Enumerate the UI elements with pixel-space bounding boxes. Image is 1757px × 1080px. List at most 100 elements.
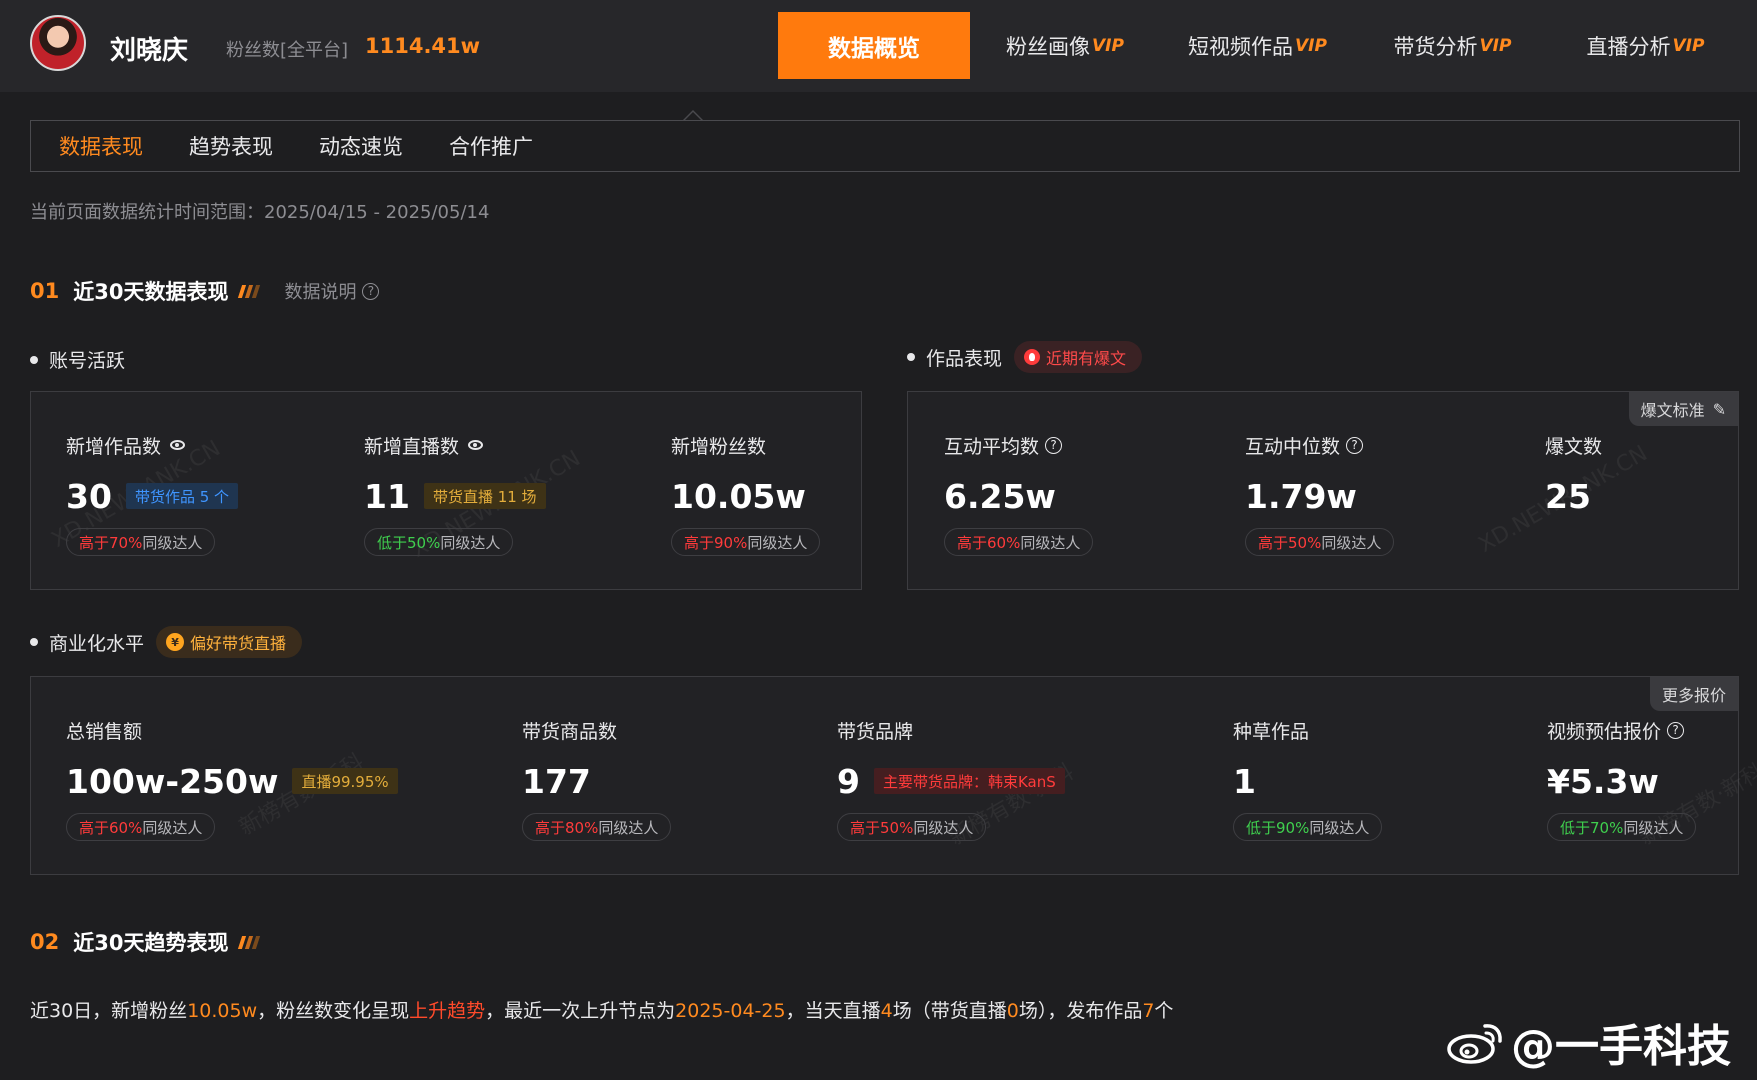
metric-label: 视频预估报价: [1547, 720, 1662, 743]
metric-brand-count: 带货品牌 9 主要带货品牌：韩束KanS 高于50% 同级达人: [837, 717, 1065, 841]
help-icon[interactable]: ?: [1346, 436, 1364, 454]
metric-value: 1: [1233, 761, 1256, 801]
nav-sales-analysis[interactable]: 带货分析 VIP: [1375, 12, 1530, 79]
comparison-rest: 同级达人: [598, 818, 659, 837]
metric-label: 互动平均数: [944, 435, 1040, 458]
metric-new-works: 新增作品数 30 带货作品 5 个 高于70% 同级达人: [66, 432, 239, 556]
peer-comparison: 低于50% 同级达人: [364, 528, 514, 556]
metric-value: 100w-250w: [66, 761, 279, 801]
tab-cooperation[interactable]: 合作推广: [449, 131, 533, 161]
summary-text: 场），发布作品: [1018, 1000, 1143, 1022]
section-heading: 近30天数据表现: [73, 280, 229, 304]
eye-icon[interactable]: [468, 440, 484, 450]
section-title-01: 01 近30天数据表现 数据说明 ?: [30, 276, 380, 306]
commerce-card: 新榜有数·新科 新榜有数·新科 新榜有数·新科 更多报价 总销售额 100w-2…: [30, 676, 1757, 875]
works-label-text: 作品表现: [926, 347, 1003, 370]
peer-comparison: 高于50% 同级达人: [837, 813, 987, 841]
weibo-handle: @一手科技: [1511, 1021, 1731, 1072]
username: 刘晓庆: [110, 36, 189, 66]
tab-dynamics[interactable]: 动态速览: [319, 131, 403, 161]
fire-icon: [1024, 349, 1041, 365]
comparison-highlight: 高于80%: [535, 818, 599, 837]
viral-badge: 近期有爆文: [1014, 341, 1143, 373]
nav-label: 粉丝画像: [1006, 34, 1091, 59]
nav-short-video[interactable]: 短视频作品 VIP: [1170, 12, 1345, 79]
peer-comparison: 高于90% 同级达人: [671, 528, 821, 556]
metric-tag: 直播99.95%: [292, 768, 398, 794]
nav-data-overview[interactable]: 数据概览: [778, 12, 970, 79]
metric-seeding-works: 种草作品 1 低于90% 同级达人: [1233, 717, 1383, 841]
comparison-rest: 同级达人: [1309, 818, 1370, 837]
viral-standard-button[interactable]: 爆文标准 ✎: [1628, 392, 1738, 426]
metric-value: 1.79w: [1245, 476, 1357, 516]
nav-live-analysis[interactable]: 直播分析 VIP: [1568, 12, 1723, 79]
tab-trend[interactable]: 趋势表现: [189, 131, 273, 161]
tab-data-performance[interactable]: 数据表现: [59, 131, 143, 161]
metric-median-interaction: 互动中位数? 1.79w 高于50% 同级达人: [1245, 432, 1395, 556]
comparison-highlight: 高于70%: [79, 533, 143, 552]
metric-avg-interaction: 互动平均数? 6.25w 高于60% 同级达人: [944, 432, 1094, 556]
comparison-highlight: 低于90%: [1246, 818, 1310, 837]
summary-fans: 10.05w: [187, 1000, 258, 1022]
eye-icon[interactable]: [170, 440, 186, 450]
summary-date: 2025-04-25: [675, 1000, 786, 1022]
commerce-label-text: 商业化水平: [49, 632, 145, 655]
account-label-text: 账号活跃: [49, 350, 126, 372]
comparison-rest: 同级达人: [1623, 818, 1684, 837]
metric-value: 25: [1545, 476, 1591, 516]
summary-text: 近30日，新增粉丝: [30, 1000, 188, 1022]
nav-label: 直播分析: [1586, 34, 1671, 59]
weibo-watermark: @一手科技: [1447, 1010, 1731, 1074]
help-icon[interactable]: ?: [1667, 721, 1685, 739]
data-description-label: 数据说明: [284, 282, 357, 303]
summary-text: ，当天直播: [785, 1000, 881, 1022]
metric-label: 带货品牌: [837, 720, 914, 743]
metric-label: 种草作品: [1233, 720, 1310, 743]
summary-text: 场（带货直播: [892, 1000, 1007, 1022]
section-number: 01: [30, 279, 60, 303]
summary-works-count: 7: [1142, 1000, 1155, 1022]
comparison-rest: 同级达人: [142, 533, 203, 552]
viral-badge-label: 近期有爆文: [1046, 349, 1127, 368]
vip-badge: VIP: [1295, 35, 1327, 56]
metric-new-fans: 新增粉丝数 10.05w 高于90% 同级达人: [671, 432, 821, 556]
weibo-logo-icon: [1447, 1024, 1502, 1064]
nav-fans-profile[interactable]: 粉丝画像 VIP: [990, 12, 1140, 79]
section-number: 02: [30, 930, 60, 954]
metric-label: 总销售额: [66, 720, 143, 743]
metric-label: 带货商品数: [522, 720, 618, 743]
cart-icon: ¥: [166, 633, 185, 651]
help-icon[interactable]: ?: [1045, 436, 1063, 454]
more-quotes-button[interactable]: 更多报价: [1649, 677, 1738, 711]
comparison-highlight: 低于70%: [1560, 818, 1624, 837]
metric-label: 新增粉丝数: [671, 435, 767, 458]
comparison-rest: 同级达人: [1321, 533, 1382, 552]
avatar[interactable]: [30, 15, 86, 71]
metric-value: 10.05w: [671, 476, 806, 516]
nav-label: 短视频作品: [1188, 34, 1294, 59]
data-description-link[interactable]: 数据说明 ?: [284, 278, 380, 304]
comparison-highlight: 高于50%: [1258, 533, 1322, 552]
metric-value: 9: [837, 761, 860, 801]
metric-viral-count: 爆文数 25: [1545, 432, 1602, 516]
works-performance-card: XD.NEWRANK.CN 爆文标准 ✎ 互动平均数? 6.25w 高于60% 同…: [907, 391, 1739, 590]
comparison-rest: 同级达人: [142, 818, 203, 837]
viral-standard-label: 爆文标准: [1640, 401, 1705, 420]
decor-slashes: [238, 284, 261, 298]
metric-new-lives: 新增直播数 11 带货直播 11 场 低于50% 同级达人: [364, 432, 546, 556]
peer-comparison: 高于60% 同级达人: [944, 528, 1094, 556]
preference-badge-label: 偏好带货直播: [190, 634, 287, 653]
metric-label: 新增作品数: [66, 435, 162, 458]
peer-comparison: 高于50% 同级达人: [1245, 528, 1395, 556]
top-bar: 刘晓庆 粉丝数[全平台] 1114.41w 数据概览 粉丝画像 VIP 短视频作品…: [0, 0, 1757, 92]
metric-product-count: 带货商品数 177 高于80% 同级达人: [522, 717, 672, 841]
metric-label: 爆文数: [1545, 435, 1603, 458]
preference-badge: ¥ 偏好带货直播: [156, 626, 303, 658]
metric-video-quote: 视频预估报价? ¥5.3w 低于70% 同级达人: [1547, 717, 1697, 841]
comparison-highlight: 低于50%: [377, 533, 441, 552]
nav-label: 带货分析: [1393, 34, 1478, 59]
commerce-level-label: 商业化水平 ¥ 偏好带货直播: [30, 626, 303, 658]
active-nav-caret: [683, 110, 703, 120]
bullet-dot: [907, 353, 915, 361]
metric-total-sales: 总销售额 100w-250w 直播99.95% 高于60% 同级达人: [66, 717, 398, 841]
